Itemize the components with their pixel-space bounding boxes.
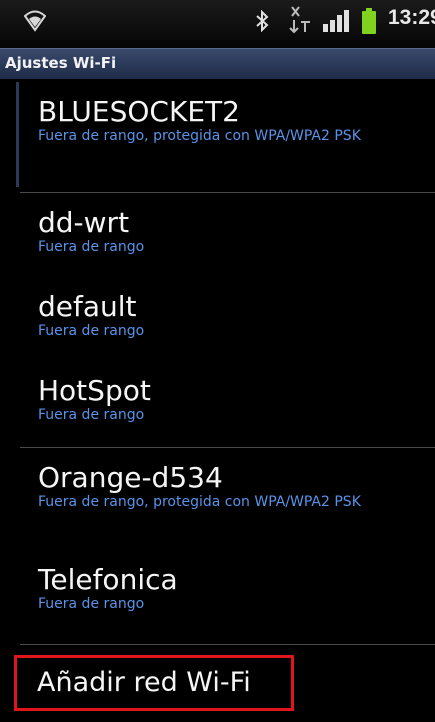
network-status: Fuera de rango — [38, 239, 145, 255]
bluetooth-icon — [256, 10, 269, 32]
status-clock: 13:29 — [388, 6, 435, 29]
title-bar: Ajustes Wi-Fi — [0, 48, 435, 79]
network-ssid: Orange-d534 — [38, 461, 223, 494]
wifi-icon — [24, 10, 46, 32]
network-status: Fuera de rango — [38, 596, 145, 612]
network-status: Fuera de rango — [38, 323, 145, 339]
network-item-telefonica[interactable]: Telefonica Fuera de rango — [0, 558, 435, 638]
network-item-default[interactable]: default Fuera de rango — [0, 277, 435, 365]
network-item-dd-wrt[interactable]: dd-wrt Fuera de rango — [0, 193, 435, 277]
network-ssid: HotSpot — [38, 374, 151, 407]
data-transfer-icon — [289, 6, 310, 34]
add-network-label: Añadir red Wi-Fi — [37, 667, 251, 698]
network-ssid: default — [38, 290, 137, 323]
network-ssid: Telefonica — [38, 563, 178, 596]
status-bar: 13:29 — [0, 0, 435, 48]
signal-strength-icon — [323, 10, 349, 32]
page-title: Ajustes Wi-Fi — [5, 54, 117, 72]
battery-icon — [362, 8, 376, 34]
divider — [20, 644, 435, 645]
network-list: BLUESOCKET2 Fuera de rango, protegida co… — [0, 80, 435, 638]
add-network-button[interactable]: Añadir red Wi-Fi — [14, 655, 294, 711]
network-status: Fuera de rango, protegida con WPA/WPA2 P… — [38, 128, 361, 144]
network-ssid: BLUESOCKET2 — [38, 95, 240, 128]
network-ssid: dd-wrt — [38, 206, 130, 239]
network-item-bluesocket2[interactable]: BLUESOCKET2 Fuera de rango, protegida co… — [0, 80, 435, 192]
network-item-orange-d534[interactable]: Orange-d534 Fuera de rango, protegida co… — [0, 448, 435, 558]
network-status: Fuera de rango, protegida con WPA/WPA2 P… — [38, 494, 361, 510]
network-status: Fuera de rango — [38, 407, 145, 423]
network-item-hotspot[interactable]: HotSpot Fuera de rango — [0, 365, 435, 447]
